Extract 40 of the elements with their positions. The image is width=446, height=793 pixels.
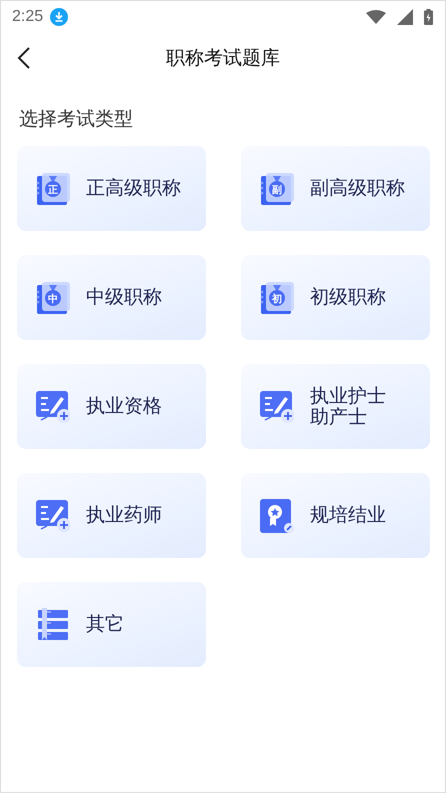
category-label: 执业药师 [86, 505, 162, 526]
category-card[interactable]: 执业护士 助产士 [241, 364, 430, 449]
clock-time: 2:25 [12, 8, 44, 26]
badge-letter: 正 [48, 184, 58, 196]
document-edit-icon [260, 390, 294, 424]
category-label: 规培结业 [310, 505, 386, 526]
category-card[interactable]: 副 副高级职称 [241, 146, 430, 231]
document-edit-icon [36, 498, 70, 532]
badge-letter: 初 [272, 294, 282, 304]
download-icon [50, 8, 68, 26]
document-edit-icon [36, 390, 70, 424]
category-label: 初级职称 [310, 287, 386, 308]
medal-book-icon [36, 282, 70, 314]
category-label: 执业护士 [310, 386, 386, 406]
medal-book-icon [36, 172, 70, 204]
certificate-icon [260, 498, 294, 532]
wifi-icon [366, 10, 386, 24]
books-icon [36, 608, 70, 642]
back-icon[interactable] [17, 46, 31, 70]
badge-letter: 中 [48, 294, 58, 304]
section-title: 选择考试类型 [18, 107, 134, 132]
page-title: 职称考试题库 [166, 46, 280, 71]
category-label: 中级职称 [86, 287, 162, 308]
battery-icon [424, 9, 433, 25]
category-label: 副高级职称 [310, 178, 405, 199]
category-label: 其它 [86, 614, 124, 635]
category-card[interactable]: 初 初级职称 [241, 255, 430, 340]
category-card[interactable]: 规培结业 [241, 473, 430, 558]
signal-icon [397, 9, 413, 25]
category-card[interactable]: 执业药师 [17, 473, 206, 558]
category-label: 正高级职称 [86, 178, 181, 199]
medal-book-icon [260, 172, 294, 204]
category-label: 执业资格 [86, 396, 162, 417]
medal-book-icon [260, 282, 294, 314]
badge-letter: 副 [272, 184, 282, 196]
category-card[interactable]: 中 中级职称 [17, 255, 206, 340]
category-label: 助产士 [310, 406, 368, 428]
category-card[interactable]: 执业资格 [17, 364, 206, 449]
category-card[interactable]: 正 正高级职称 [17, 146, 206, 231]
category-card[interactable]: 其它 [17, 582, 206, 667]
